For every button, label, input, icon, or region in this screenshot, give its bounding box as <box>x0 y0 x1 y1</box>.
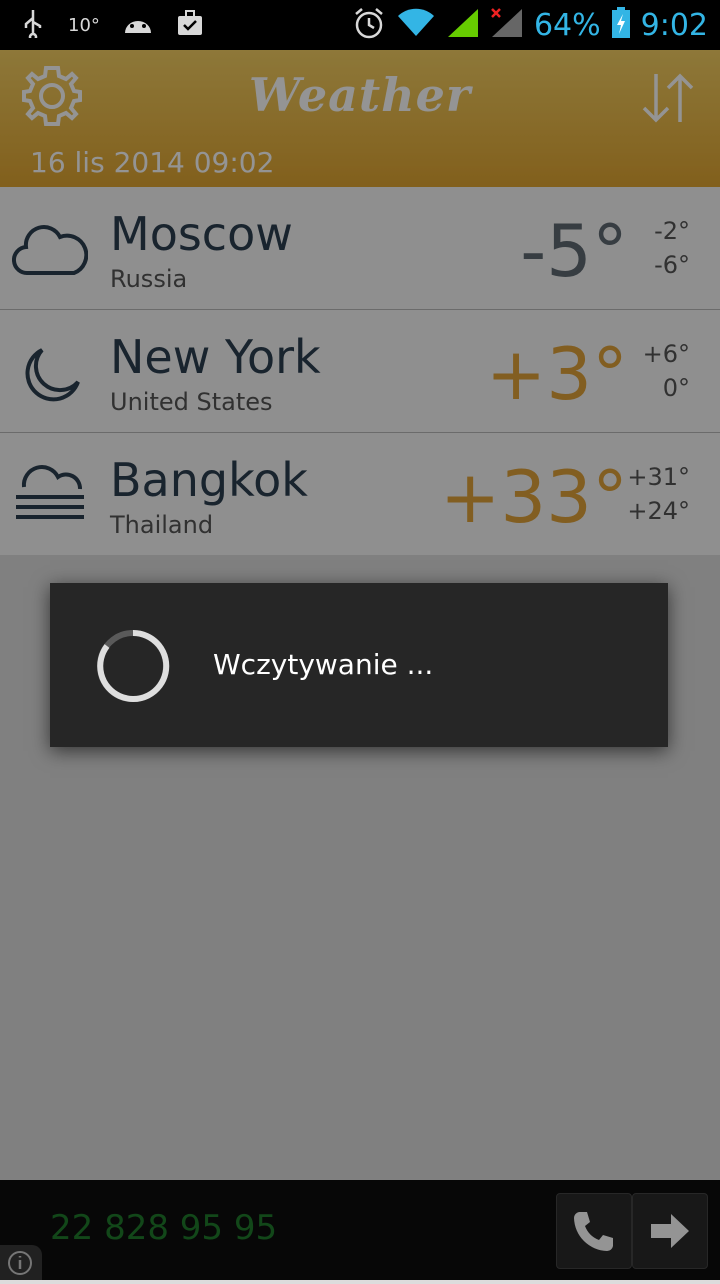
usb-icon <box>20 8 46 42</box>
wifi-icon <box>396 8 436 42</box>
loading-text: Wczytywanie ... <box>213 648 434 681</box>
signal-strength-icon <box>446 7 480 43</box>
battery-charging-icon <box>611 7 631 43</box>
briefcase-check-icon <box>176 9 204 41</box>
alarm-icon <box>352 6 386 44</box>
loading-spinner-icon <box>95 628 171 704</box>
android-icon <box>122 11 154 39</box>
signal-no-data-icon <box>490 7 524 43</box>
battery-percent: 64% <box>533 7 601 43</box>
clock: 9:02 <box>640 7 708 43</box>
notification-temp: 10° <box>68 14 100 36</box>
status-bar: 10° 64% 9:02 <box>0 0 720 50</box>
